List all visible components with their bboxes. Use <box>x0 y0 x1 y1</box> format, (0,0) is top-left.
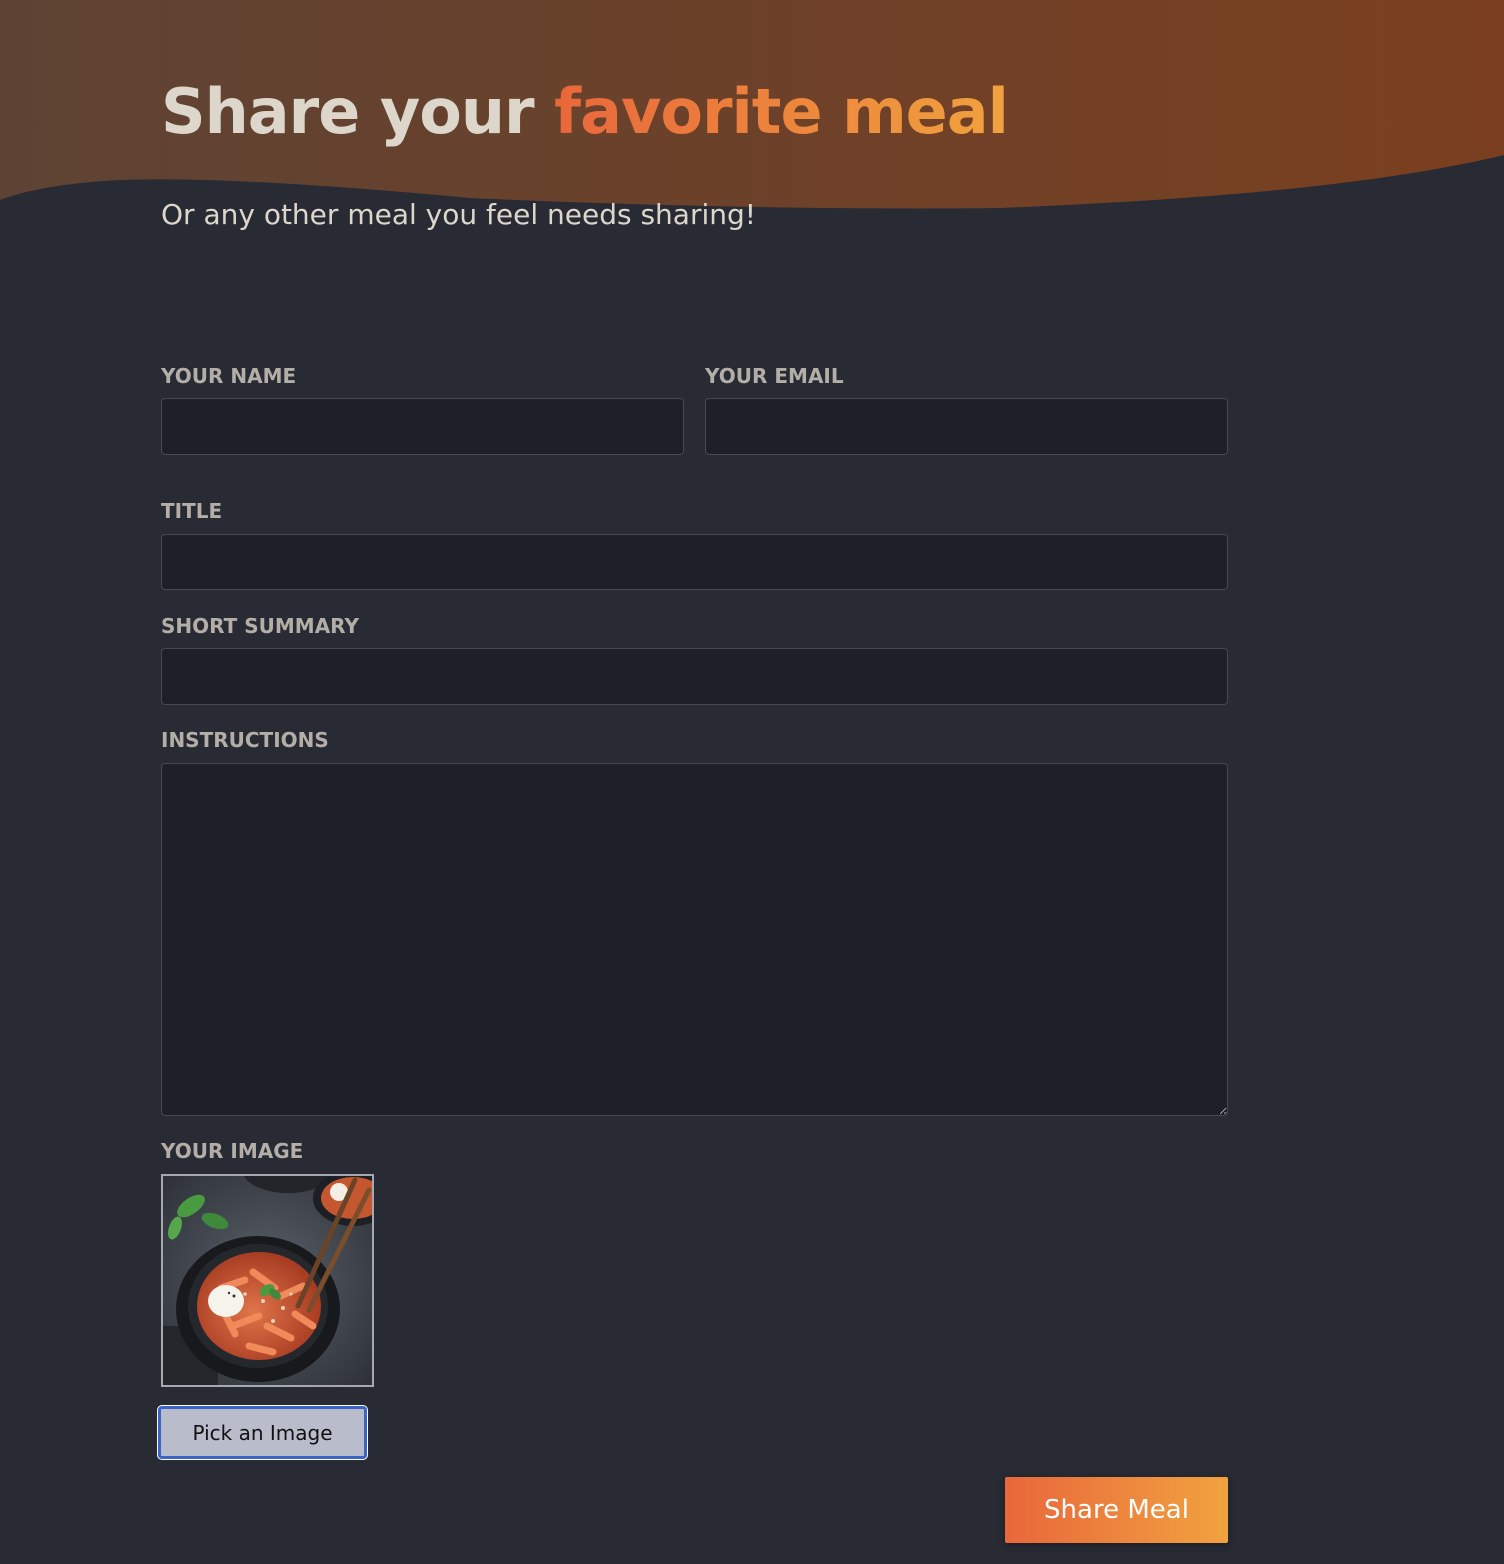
page-header: Share your favorite meal Or any other me… <box>161 72 1009 231</box>
pasta-bowl-image <box>163 1176 372 1385</box>
email-input[interactable] <box>705 398 1228 455</box>
share-meal-button[interactable]: Share Meal <box>1005 1477 1228 1543</box>
page-title-plain: Share your <box>161 75 555 148</box>
name-label: Your Name <box>161 364 297 388</box>
page-title-accent: favorite meal <box>554 75 1009 148</box>
pick-image-button[interactable]: Pick an Image <box>158 1406 367 1459</box>
email-label: Your Email <box>705 364 844 388</box>
summary-label: Short Summary <box>161 614 359 638</box>
page-subtitle: Or any other meal you feel needs sharing… <box>161 198 756 231</box>
image-label: Your Image <box>161 1139 304 1163</box>
summary-input[interactable] <box>161 648 1228 705</box>
title-input[interactable] <box>161 534 1228 590</box>
page-title: Share your favorite meal <box>161 72 1009 152</box>
name-input[interactable] <box>161 398 684 455</box>
instructions-textarea[interactable] <box>161 763 1228 1116</box>
instructions-label: Instructions <box>161 728 329 752</box>
image-preview <box>161 1174 374 1387</box>
title-label: Title <box>161 499 223 523</box>
